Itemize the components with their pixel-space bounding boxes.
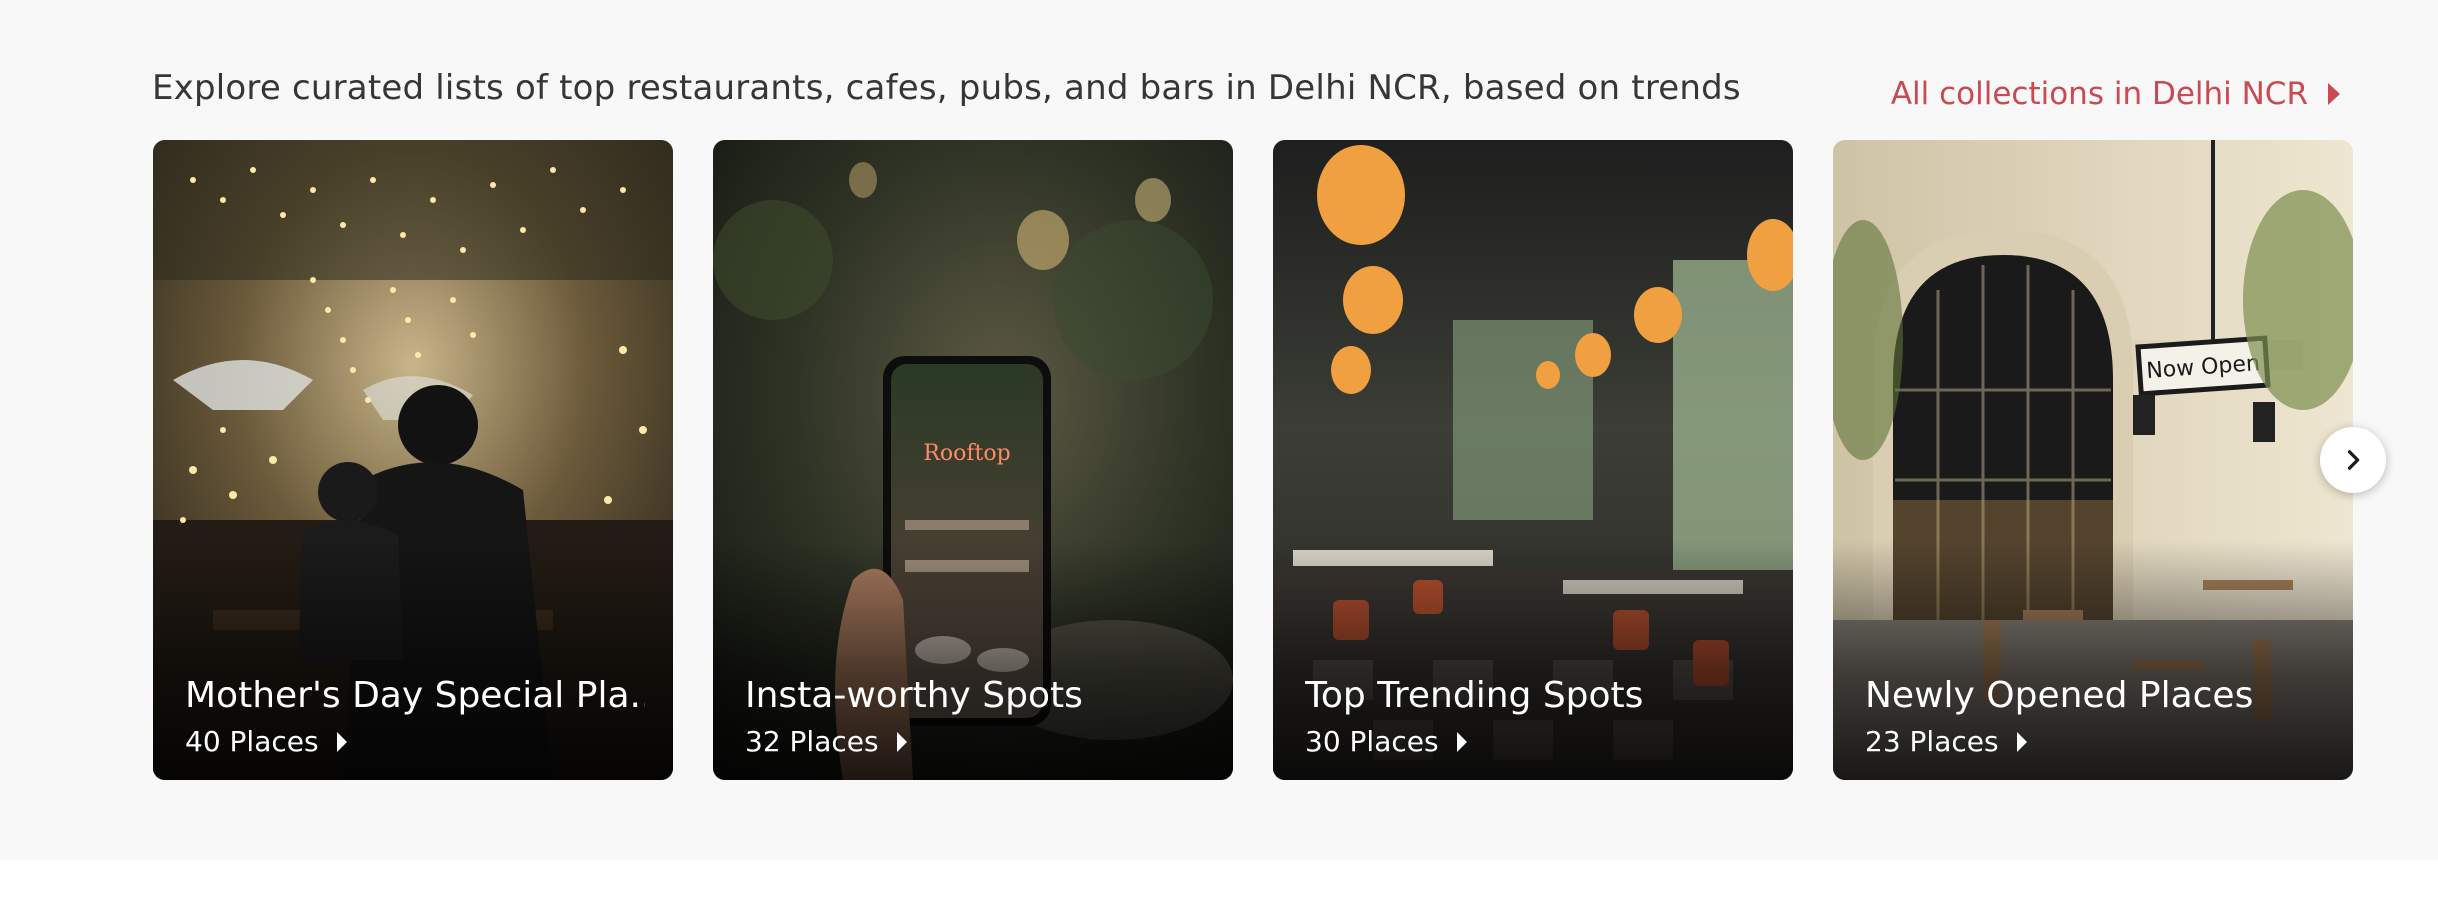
caret-right-icon: [2328, 83, 2340, 105]
collection-card-top-trending[interactable]: Top Trending Spots 30 Places: [1273, 140, 1793, 780]
card-place-count: 32 Places: [745, 725, 907, 758]
card-title: Newly Opened Places: [1865, 675, 2254, 716]
carousel-next-button[interactable]: [2320, 427, 2386, 493]
collections-section: Explore curated lists of top restaurants…: [0, 0, 2438, 860]
collection-card-insta-worthy[interactable]: Rooftop Insta-worthy Spots 32 Places: [713, 140, 1233, 780]
collection-card-newly-opened[interactable]: Now Open Newly Opened Places 23 Places: [1833, 140, 2353, 780]
card-place-count: 40 Places: [185, 725, 347, 758]
caret-right-icon: [896, 731, 907, 752]
collection-card-mothers-day[interactable]: Mother's Day Special Pla... 40 Places: [153, 140, 673, 780]
chevron-right-icon: [2347, 450, 2360, 470]
card-title: Top Trending Spots: [1305, 675, 1644, 716]
caret-right-icon: [1456, 731, 1467, 752]
neon-sign-text: Rooftop: [923, 441, 1010, 466]
card-place-count: 23 Places: [1865, 725, 2027, 758]
caret-right-icon: [2016, 731, 2027, 752]
collections-subtitle: Explore curated lists of top restaurants…: [152, 68, 1741, 108]
all-collections-label: All collections in Delhi NCR: [1890, 76, 2308, 112]
card-title: Mother's Day Special Pla...: [185, 675, 645, 716]
card-place-count: 30 Places: [1305, 725, 1467, 758]
all-collections-link[interactable]: All collections in Delhi NCR: [1891, 76, 2340, 112]
card-title: Insta-worthy Spots: [745, 675, 1083, 716]
caret-right-icon: [336, 731, 347, 752]
